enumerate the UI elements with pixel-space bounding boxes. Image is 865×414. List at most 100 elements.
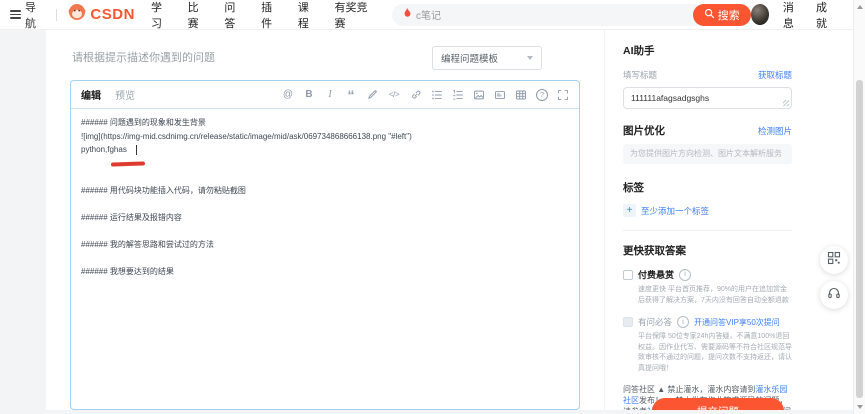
editor-content[interactable]: ###### 问题遇到的现象和发生背景 ![img](https://img-m…: [71, 109, 579, 409]
image-optimize-box[interactable]: 为您提供图片方向检测、图片文本解析服务: [623, 144, 792, 164]
search-box[interactable]: c笔记 搜索: [391, 3, 751, 26]
divider: [55, 8, 57, 21]
tags-title: 标签: [623, 182, 644, 194]
achievements-link[interactable]: 成就: [816, 0, 835, 31]
nav-item-prize[interactable]: 有奖竞赛: [335, 0, 372, 31]
quote-icon[interactable]: “: [345, 88, 357, 102]
nav-item-study[interactable]: 学习: [151, 0, 170, 31]
topbar-user-area: 消息 成就: [750, 0, 853, 31]
topbar: 导航 CSDN 学习 比赛 问答 插件 课程 有奖竞赛 c笔记 搜索 消息 成就: [0, 0, 853, 30]
faster-answers-title: 更快获取答案: [623, 245, 686, 257]
resize-handle-icon[interactable]: [783, 100, 789, 106]
get-title-link[interactable]: 获取标题: [758, 69, 792, 81]
bold-icon[interactable]: B: [303, 89, 315, 101]
qr-code-button[interactable]: [820, 246, 848, 274]
submit-question-button[interactable]: 提交问题: [652, 398, 784, 410]
nav-item-courses[interactable]: 课程: [298, 0, 317, 31]
link-icon[interactable]: [410, 89, 422, 101]
main-card: 编程问题模板 编辑 预览 @ B I “: [46, 30, 853, 410]
monkey-logo-icon: [68, 3, 86, 26]
info-icon[interactable]: [677, 316, 690, 328]
image-icon[interactable]: [473, 89, 485, 101]
search-button-label: 搜索: [717, 9, 740, 22]
messages-label: 消息: [782, 1, 794, 30]
info-icon[interactable]: [679, 268, 692, 281]
editor-line: ###### 我的解答思路和尝试过的方法: [81, 239, 214, 249]
card-icon[interactable]: [494, 89, 506, 101]
messages-link[interactable]: 消息: [783, 0, 802, 31]
floating-buttons: [820, 246, 848, 309]
csdn-logo[interactable]: CSDN: [68, 3, 135, 26]
ai-title-input[interactable]: [624, 88, 791, 108]
add-tag-label: 至少添加一个标签: [641, 205, 710, 216]
bounty-checkbox[interactable]: [623, 269, 633, 280]
template-select[interactable]: 编程问题模板: [432, 46, 542, 70]
bounty-option-row: 付费悬赏: [623, 268, 792, 281]
search-query-text: c笔记: [415, 11, 441, 22]
editor-line: ###### 问题遇到的现象和发生背景: [81, 118, 206, 127]
bounty-label: 付费悬赏: [638, 270, 675, 280]
notice-text: 问答社区 ▲ 禁止灌水，灌水内容请到: [623, 385, 756, 394]
fullscreen-icon[interactable]: [557, 89, 569, 101]
chevron-down-icon: [527, 56, 533, 60]
nav-toggle-button[interactable]: 导航: [10, 0, 44, 31]
help-icon[interactable]: ?: [536, 88, 548, 101]
mention-icon[interactable]: @: [282, 89, 294, 101]
nav-item-qa[interactable]: 问答: [224, 0, 243, 31]
vip-option-row: 有问必答 开通问答VIP享50次提问: [623, 316, 792, 328]
add-tag-button[interactable]: + 至少添加一个标签: [623, 204, 792, 217]
qr-code-icon: [827, 251, 841, 270]
vip-description: 平台保障 50位专家24h内答疑，不满意100%退回权益。因作业代写、需要源码等…: [638, 333, 792, 372]
avatar[interactable]: [750, 4, 769, 25]
scrollbar[interactable]: [853, 0, 865, 414]
pen-icon[interactable]: [366, 89, 378, 101]
search-button[interactable]: 搜索: [692, 3, 751, 26]
scroll-down-arrow[interactable]: [857, 405, 863, 409]
page: 导航 CSDN 学习 比赛 问答 插件 课程 有奖竞赛 c笔记 搜索 消息 成就…: [0, 0, 865, 414]
code-icon[interactable]: </>: [387, 89, 401, 101]
editor-tabs: 编辑 预览: [81, 87, 135, 102]
editor-line: ###### 我想要达到的结果: [81, 266, 174, 276]
text-cursor: [136, 145, 137, 155]
main-nav: 学习 比赛 问答 插件 课程 有奖竞赛: [151, 0, 372, 31]
question-editor-section: 编程问题模板 编辑 预览 @ B I “: [46, 30, 604, 410]
fill-title-label: 填写标题: [623, 70, 658, 80]
tab-preview[interactable]: 预览: [115, 87, 135, 102]
editor-line: ###### 运行结果及报错内容: [81, 212, 182, 222]
headset-icon: [827, 286, 841, 305]
editor-line: ![img](https://img-mid.csdnimg.cn/releas…: [81, 131, 412, 141]
ai-assistant-title: AI助手: [623, 45, 655, 57]
scroll-up-arrow[interactable]: [857, 5, 863, 9]
template-select-value: 编程问题模板: [441, 54, 499, 65]
scrollbar-thumb[interactable]: [856, 80, 863, 398]
vip-checkbox[interactable]: [623, 317, 633, 327]
table-icon[interactable]: [515, 89, 527, 101]
tab-edit[interactable]: 编辑: [81, 87, 101, 102]
nav-toggle-label: 导航: [25, 1, 36, 30]
vip-label: 有问必答: [638, 317, 673, 327]
plus-icon: +: [623, 204, 636, 217]
toolbar-icons: @ B I “ </> ?: [282, 88, 569, 102]
editor-toolbar: 编辑 预览 @ B I “ </> ?: [71, 81, 579, 109]
flame-icon: [402, 6, 412, 24]
ai-title-input-wrap: [623, 87, 792, 109]
logo-text: CSDN: [90, 6, 135, 23]
title-helper-row: 填写标题 获取标题: [623, 69, 792, 81]
hamburger-menu-icon: [10, 8, 21, 21]
question-title-input[interactable]: [70, 51, 432, 65]
ordered-list-icon[interactable]: [452, 89, 464, 101]
markdown-editor: 编辑 预览 @ B I “ </> ? ###### 问题遇到的现象和发生背景 …: [70, 80, 580, 410]
italic-icon[interactable]: I: [324, 89, 336, 101]
detect-image-link[interactable]: 检测图片: [758, 125, 792, 137]
title-row: 编程问题模板: [70, 45, 580, 71]
nav-item-contest[interactable]: 比赛: [188, 0, 207, 31]
open-vip-link[interactable]: 开通问答VIP享50次提问: [694, 317, 780, 328]
nav-item-plugins[interactable]: 插件: [261, 0, 280, 31]
editor-line: python,fghas: [81, 145, 127, 154]
image-optimize-row: 图片优化 检测图片: [623, 123, 792, 138]
unordered-list-icon[interactable]: [431, 89, 443, 101]
support-button[interactable]: [820, 281, 848, 309]
